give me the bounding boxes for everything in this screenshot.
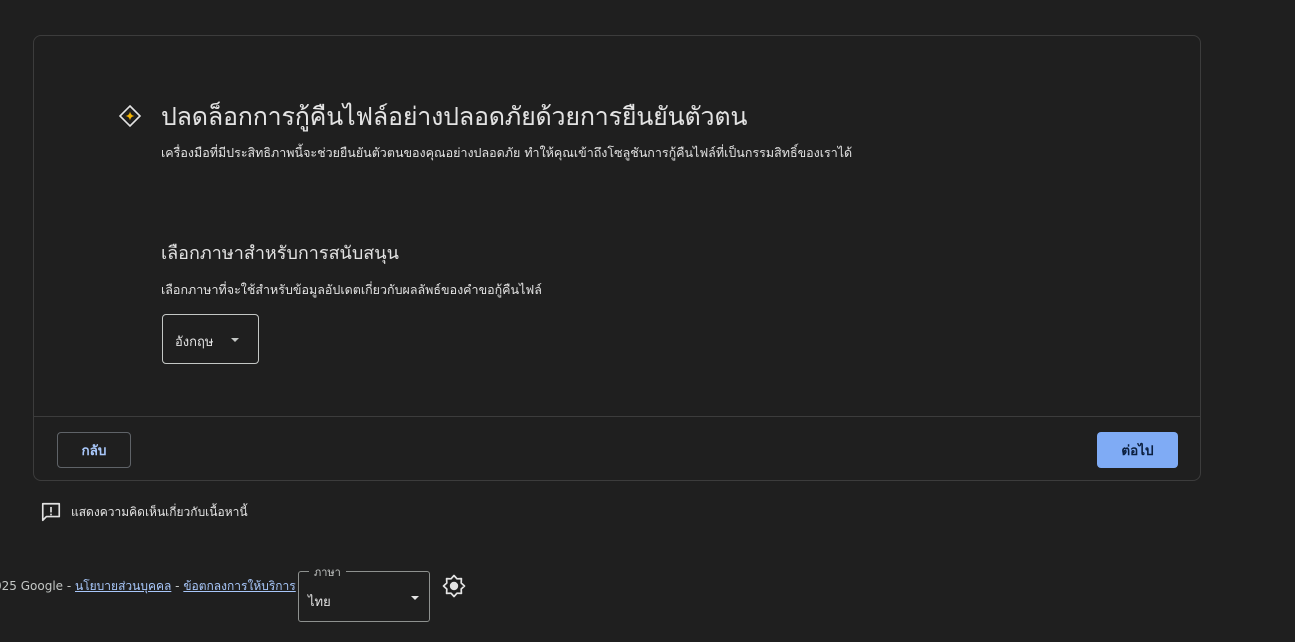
copyright-text: 025 Google - [0,579,75,593]
footer-links: 025 Google - นโยบายส่วนบุคคล - ข้อตกลงกา… [0,577,296,596]
footer-separator: - [171,579,184,593]
page-subtitle: เครื่องมือที่มีประสิทธิภาพนี้จะช่วยยืนยั… [161,145,853,160]
brightness-icon[interactable] [442,574,466,598]
section-title: เลือกภาษาสำหรับการสนับสนุน [161,243,399,264]
sparkle-diamond-icon [118,104,142,128]
support-language-select[interactable]: อังกฤษ [162,314,259,364]
chevron-down-icon [411,596,419,600]
section-description: เลือกภาษาที่จะใช้สำหรับข้อมูลอัปเดตเกี่ย… [161,282,542,297]
footer-language-select[interactable]: ภาษา ไทย [298,563,430,622]
footer-language-value: ไทย [308,595,331,610]
feedback-label: แสดงความคิดเห็นเกี่ยวกับเนื้อหานี้ [71,504,248,519]
page-title: ปลดล็อกการกู้คืนไฟล์อย่างปลอดภัยด้วยการย… [161,102,748,131]
privacy-link[interactable]: นโยบายส่วนบุคคล [75,579,171,593]
terms-link[interactable]: ข้อตกลงการให้บริการ [183,579,295,593]
back-button[interactable]: กลับ [57,432,131,468]
feedback-icon [41,502,61,522]
feedback-link[interactable]: แสดงความคิดเห็นเกี่ยวกับเนื้อหานี้ [40,500,248,524]
chevron-down-icon [231,338,239,342]
next-button[interactable]: ต่อไป [1097,432,1178,468]
support-language-value: อังกฤษ [175,335,214,350]
footer-language-legend: ภาษา [309,563,346,581]
card-divider [34,416,1201,417]
